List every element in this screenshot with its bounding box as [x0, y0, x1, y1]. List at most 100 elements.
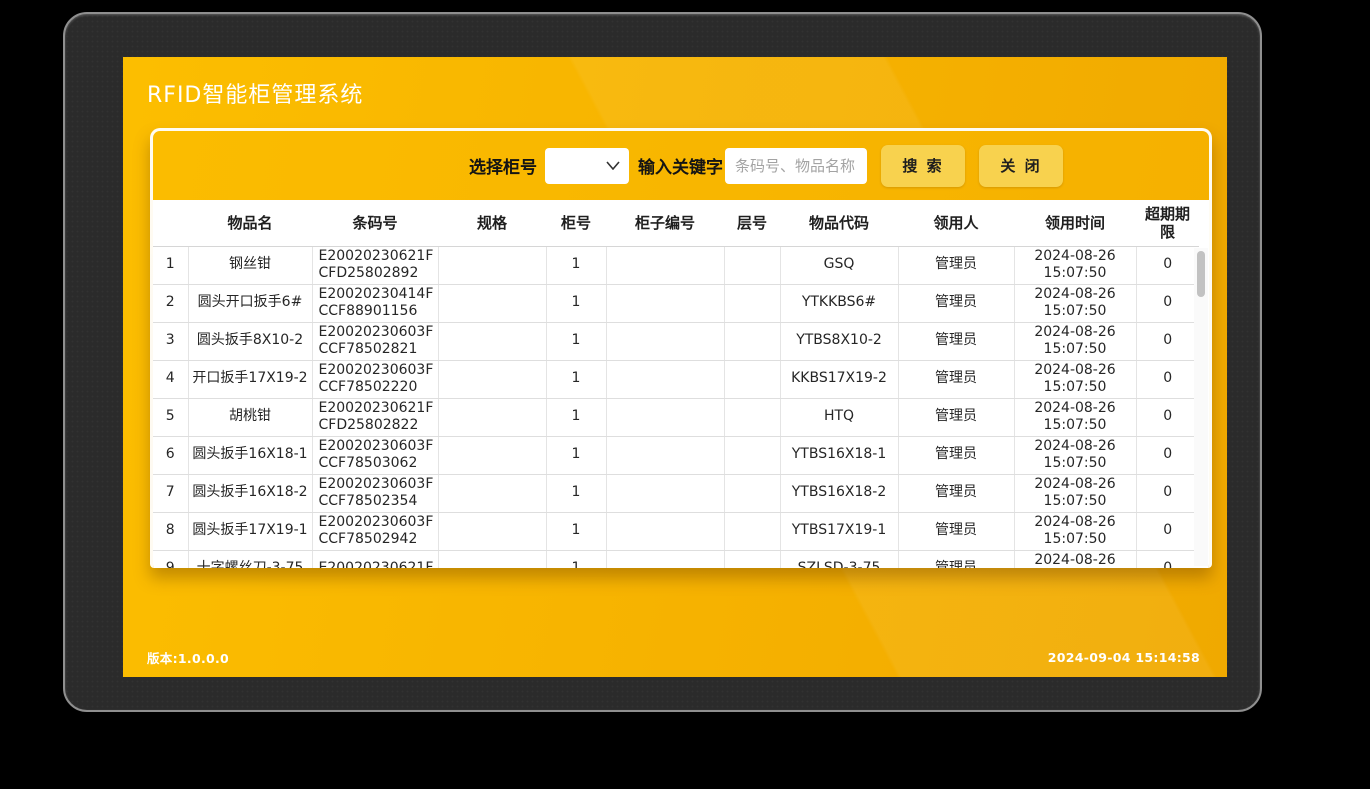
- cell-cabinet: 1: [546, 512, 606, 550]
- cell-cabinet: 1: [546, 550, 606, 568]
- cell-cabinet_id: [606, 322, 724, 360]
- column-header: 领用人: [898, 200, 1014, 246]
- items-table: 物品名条码号规格柜号柜子编号层号物品代码领用人领用时间超期期限 1钢丝钳E200…: [153, 200, 1199, 568]
- cell-time: 2024-08-26 15:07:50: [1014, 360, 1136, 398]
- cell-barcode: E20020230414FCCF88901156: [312, 284, 438, 322]
- cell-layer: [724, 398, 780, 436]
- cell-name: 钢丝钳: [188, 246, 312, 284]
- cell-code: HTQ: [780, 398, 898, 436]
- cell-code: SZLSD-3-75: [780, 550, 898, 568]
- cell-cabinet_id: [606, 550, 724, 568]
- cell-user: 管理员: [898, 246, 1014, 284]
- cell-time: 2024-08-26 15:07:50: [1014, 550, 1136, 568]
- table-row: 7圆头扳手16X18-2E20020230603FCCF785023541YTB…: [153, 474, 1199, 512]
- cell-cabinet_id: [606, 398, 724, 436]
- cell-spec: [438, 398, 546, 436]
- cell-user: 管理员: [898, 436, 1014, 474]
- cell-index: 5: [153, 398, 188, 436]
- cell-index: 2: [153, 284, 188, 322]
- main-panel: 选择柜号 输入关键字 搜 索 关 闭 物品名条码号规格柜号柜子编号层号物品代码领…: [150, 128, 1212, 568]
- cell-spec: [438, 322, 546, 360]
- column-header: 层号: [724, 200, 780, 246]
- cell-index: 9: [153, 550, 188, 568]
- table-scrollbar[interactable]: [1194, 248, 1208, 566]
- cell-index: 1: [153, 246, 188, 284]
- cell-overdue: 0: [1136, 398, 1199, 436]
- chevron-down-icon: [606, 161, 620, 170]
- cell-barcode: E20020230621FCFD25802822: [312, 398, 438, 436]
- cell-cabinet: 1: [546, 322, 606, 360]
- cell-user: 管理员: [898, 474, 1014, 512]
- tablet-device-frame: RFID智能柜管理系统 选择柜号 输入关键字 搜 索 关 闭: [63, 12, 1262, 712]
- scrollbar-thumb[interactable]: [1197, 251, 1205, 297]
- cell-overdue: 0: [1136, 474, 1199, 512]
- cell-user: 管理员: [898, 398, 1014, 436]
- column-header: 物品名: [188, 200, 312, 246]
- cell-cabinet_id: [606, 360, 724, 398]
- cell-spec: [438, 436, 546, 474]
- cell-overdue: 0: [1136, 512, 1199, 550]
- cell-cabinet_id: [606, 474, 724, 512]
- cell-barcode: E20020230603FCCF78502220: [312, 360, 438, 398]
- cell-code: YTBS16X18-2: [780, 474, 898, 512]
- cell-name: 圆头扳手16X18-2: [188, 474, 312, 512]
- cell-cabinet_id: [606, 284, 724, 322]
- table-row: 2圆头开口扳手6#E20020230414FCCF889011561YTKKBS…: [153, 284, 1199, 322]
- cell-spec: [438, 474, 546, 512]
- table-area: 物品名条码号规格柜号柜子编号层号物品代码领用人领用时间超期期限 1钢丝钳E200…: [153, 200, 1209, 568]
- table-row: 4开口扳手17X19-2E20020230603FCCF785022201KKB…: [153, 360, 1199, 398]
- cell-name: 圆头扳手16X18-1: [188, 436, 312, 474]
- table-body: 1钢丝钳E20020230621FCFD258028921GSQ管理员2024-…: [153, 246, 1199, 568]
- cell-barcode: E20020230603FCCF78502354: [312, 474, 438, 512]
- cell-user: 管理员: [898, 284, 1014, 322]
- table-header-row: 物品名条码号规格柜号柜子编号层号物品代码领用人领用时间超期期限: [153, 200, 1199, 246]
- search-button[interactable]: 搜 索: [881, 145, 965, 187]
- cabinet-select[interactable]: [545, 148, 629, 184]
- cell-time: 2024-08-26 15:07:50: [1014, 436, 1136, 474]
- status-bar: 版本:1.0.0.0 2024-09-04 15:14:58: [123, 643, 1227, 677]
- cell-barcode: E20020230621FCFD25802892: [312, 246, 438, 284]
- cell-barcode: E20020230603FCCF78503062: [312, 436, 438, 474]
- app-screen: RFID智能柜管理系统 选择柜号 输入关键字 搜 索 关 闭: [123, 57, 1227, 677]
- cell-layer: [724, 322, 780, 360]
- clock: 2024-09-04 15:14:58: [1048, 650, 1200, 665]
- cell-user: 管理员: [898, 550, 1014, 568]
- cell-cabinet: 1: [546, 284, 606, 322]
- keyword-input[interactable]: [725, 148, 867, 184]
- cell-name: 圆头扳手17X19-1: [188, 512, 312, 550]
- table-row: 6圆头扳手16X18-1E20020230603FCCF785030621YTB…: [153, 436, 1199, 474]
- table-row: 9十字螺丝刀-3-75E20020230621F1SZLSD-3-75管理员20…: [153, 550, 1199, 568]
- table-row: 3圆头扳手8X10-2E20020230603FCCF785028211YTBS…: [153, 322, 1199, 360]
- cell-cabinet: 1: [546, 436, 606, 474]
- cell-layer: [724, 474, 780, 512]
- table-row: 5胡桃钳E20020230621FCFD258028221HTQ管理员2024-…: [153, 398, 1199, 436]
- column-header: 超期期限: [1136, 200, 1199, 246]
- cell-time: 2024-08-26 15:07:50: [1014, 474, 1136, 512]
- page-title: RFID智能柜管理系统: [147, 77, 363, 109]
- cabinet-select-label: 选择柜号: [469, 153, 537, 178]
- cell-layer: [724, 246, 780, 284]
- search-bar: 选择柜号 输入关键字 搜 索 关 闭: [153, 131, 1209, 200]
- column-header: 规格: [438, 200, 546, 246]
- cell-layer: [724, 284, 780, 322]
- cell-code: GSQ: [780, 246, 898, 284]
- cell-spec: [438, 512, 546, 550]
- cell-overdue: 0: [1136, 322, 1199, 360]
- cell-user: 管理员: [898, 512, 1014, 550]
- cell-layer: [724, 360, 780, 398]
- cell-index: 4: [153, 360, 188, 398]
- cell-layer: [724, 436, 780, 474]
- cell-user: 管理员: [898, 322, 1014, 360]
- cell-overdue: 0: [1136, 550, 1199, 568]
- cell-cabinet_id: [606, 246, 724, 284]
- cell-time: 2024-08-26 15:07:50: [1014, 246, 1136, 284]
- cell-overdue: 0: [1136, 284, 1199, 322]
- cell-time: 2024-08-26 15:07:50: [1014, 322, 1136, 360]
- keyword-label: 输入关键字: [638, 153, 723, 178]
- close-button[interactable]: 关 闭: [979, 145, 1063, 187]
- cell-name: 开口扳手17X19-2: [188, 360, 312, 398]
- table-row: 8圆头扳手17X19-1E20020230603FCCF785029421YTB…: [153, 512, 1199, 550]
- column-header: 柜号: [546, 200, 606, 246]
- cell-overdue: 0: [1136, 360, 1199, 398]
- column-header: 领用时间: [1014, 200, 1136, 246]
